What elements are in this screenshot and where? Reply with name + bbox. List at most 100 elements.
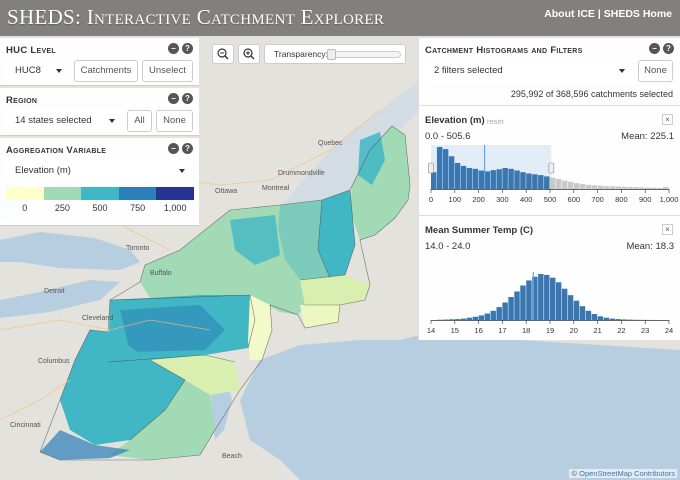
x-tick-label: 24 <box>665 326 673 335</box>
aggregation-variable-select[interactable]: Elevation (m) <box>6 160 193 182</box>
collapse-icon[interactable]: − <box>168 93 179 104</box>
brush-handle[interactable] <box>428 162 434 174</box>
region-value: 14 states selected <box>15 115 92 126</box>
histogram-bar <box>621 319 627 320</box>
x-tick-label: 600 <box>568 195 581 204</box>
histogram-bar <box>603 186 609 189</box>
region-select[interactable]: 14 states selected <box>6 110 123 132</box>
city-label-detroit: Detroit <box>44 288 65 295</box>
unselect-button[interactable]: Unselect <box>142 60 193 82</box>
help-icon[interactable]: ? <box>182 43 193 54</box>
histogram-bar <box>520 285 526 320</box>
help-icon[interactable]: ? <box>182 143 193 154</box>
brush-handle[interactable] <box>548 162 555 174</box>
link-separator: | <box>597 8 601 20</box>
catchments-button[interactable]: Catchments <box>74 60 138 82</box>
histogram-bar <box>597 316 604 320</box>
caret-down-icon <box>109 119 115 123</box>
histogram-bar <box>431 172 437 189</box>
x-tick-label: 14 <box>427 326 435 335</box>
city-label-drummondville: Drummondville <box>278 170 325 177</box>
copyright-symbol: © <box>571 469 578 478</box>
legend-tick-label: 750 <box>130 203 146 213</box>
x-tick-label: 500 <box>544 195 557 204</box>
transparency-label: Transparency: <box>274 49 329 59</box>
temp-histogram-chart[interactable]: 14 15 16 17 18 19 20 21 22 23 24 <box>419 254 680 340</box>
elevation-histogram-chart[interactable]: 0 100 200 300 400 500 600 700 800 900 1,000 <box>419 144 680 214</box>
city-label-cleveland: Cleveland <box>82 315 114 322</box>
legend-swatch <box>6 187 44 200</box>
histogram-bar <box>591 185 598 189</box>
histogram-bar <box>651 187 657 189</box>
histogram-bar <box>472 168 479 189</box>
collapse-icon[interactable]: − <box>649 43 660 54</box>
zoom-in-button[interactable] <box>238 44 260 64</box>
collapse-icon[interactable]: − <box>168 143 179 154</box>
histogram-bar <box>579 183 586 189</box>
collapse-icon[interactable]: − <box>168 43 179 54</box>
select-all-button[interactable]: All <box>127 110 152 132</box>
transparency-slider-handle[interactable] <box>327 49 336 60</box>
histogram-bar <box>526 173 532 189</box>
clear-filters-button[interactable]: None <box>638 60 673 82</box>
legend-tick-label: 0 <box>22 203 28 213</box>
huc-level-select[interactable]: HUC8 <box>6 60 70 82</box>
histogram-bar <box>460 165 467 189</box>
histogram-bar <box>532 174 538 189</box>
histogram-bar <box>585 184 592 189</box>
histogram-bar <box>496 169 502 189</box>
aggregation-title: Aggregation Variable <box>6 145 107 156</box>
x-tick-label: 200 <box>472 195 485 204</box>
help-icon[interactable]: ? <box>663 43 674 54</box>
atlantic-ocean-shape <box>240 330 680 480</box>
transparency-slider[interactable] <box>327 49 401 60</box>
histogram-bar <box>478 170 485 189</box>
huc-level-panel: HUC Level − ? HUC8 Catchments Unselect <box>0 38 199 86</box>
x-tick-label: 400 <box>520 195 533 204</box>
caret-down-icon <box>56 69 62 73</box>
x-tick-label: 16 <box>474 326 482 335</box>
sheds-home-link[interactable]: SHEDS Home <box>604 8 672 20</box>
huc-level-value: HUC8 <box>15 65 41 76</box>
city-label-toronto: Toronto <box>126 245 150 252</box>
histogram-bar <box>555 282 562 320</box>
histogram-mean: Mean: 225.1 <box>621 131 674 142</box>
catchment-count: 295,992 of 368,596 catchments selected <box>510 89 673 99</box>
city-label-quebec: Quebec <box>318 140 343 147</box>
legend-tick-label: 1,000 <box>163 203 187 213</box>
reset-link[interactable]: reset <box>487 117 504 126</box>
region-title: Region <box>6 95 38 106</box>
histogram-bar <box>615 186 621 189</box>
histogram-bar <box>621 186 627 189</box>
histogram-title: Mean Summer Temp (C) <box>425 225 534 236</box>
zoom-out-button[interactable] <box>212 44 234 64</box>
histogram-range: 14.0 - 24.0 <box>425 241 471 252</box>
histogram-bar <box>496 307 502 320</box>
histogram-bar <box>502 168 508 189</box>
osm-attribution-link[interactable]: OpenStreetMap Contributors <box>579 469 675 478</box>
histogram-bar <box>645 187 651 189</box>
help-icon[interactable]: ? <box>182 93 193 104</box>
histogram-bar <box>597 185 604 189</box>
histogram-bar <box>442 149 449 189</box>
close-icon[interactable]: × <box>662 224 673 235</box>
histogram-bar <box>544 176 550 189</box>
histogram-bar <box>490 170 496 189</box>
caret-down-icon <box>179 169 185 173</box>
histogram-bar <box>663 186 669 189</box>
about-ice-link[interactable]: About ICE <box>544 8 595 20</box>
close-icon[interactable]: × <box>662 114 673 125</box>
city-label-ottawa: Ottawa <box>215 188 238 195</box>
histogram-bar <box>508 168 514 189</box>
elevation-histogram-box: Elevation (m) reset × 0.0 - 505.6 Mean: … <box>419 105 680 214</box>
x-tick-label: 1,000 <box>660 195 679 204</box>
map-attribution: © OpenStreetMap Contributors <box>569 469 677 478</box>
x-tick-label: 18 <box>522 326 530 335</box>
histogram-bar <box>472 316 479 320</box>
zoom-in-icon <box>243 48 255 60</box>
legend-swatch <box>81 187 119 200</box>
filters-select[interactable]: 2 filters selected <box>425 60 633 82</box>
city-label-montreal: Montreal <box>262 185 290 192</box>
huc-level-title: HUC Level <box>6 45 57 56</box>
select-none-button[interactable]: None <box>156 110 193 132</box>
